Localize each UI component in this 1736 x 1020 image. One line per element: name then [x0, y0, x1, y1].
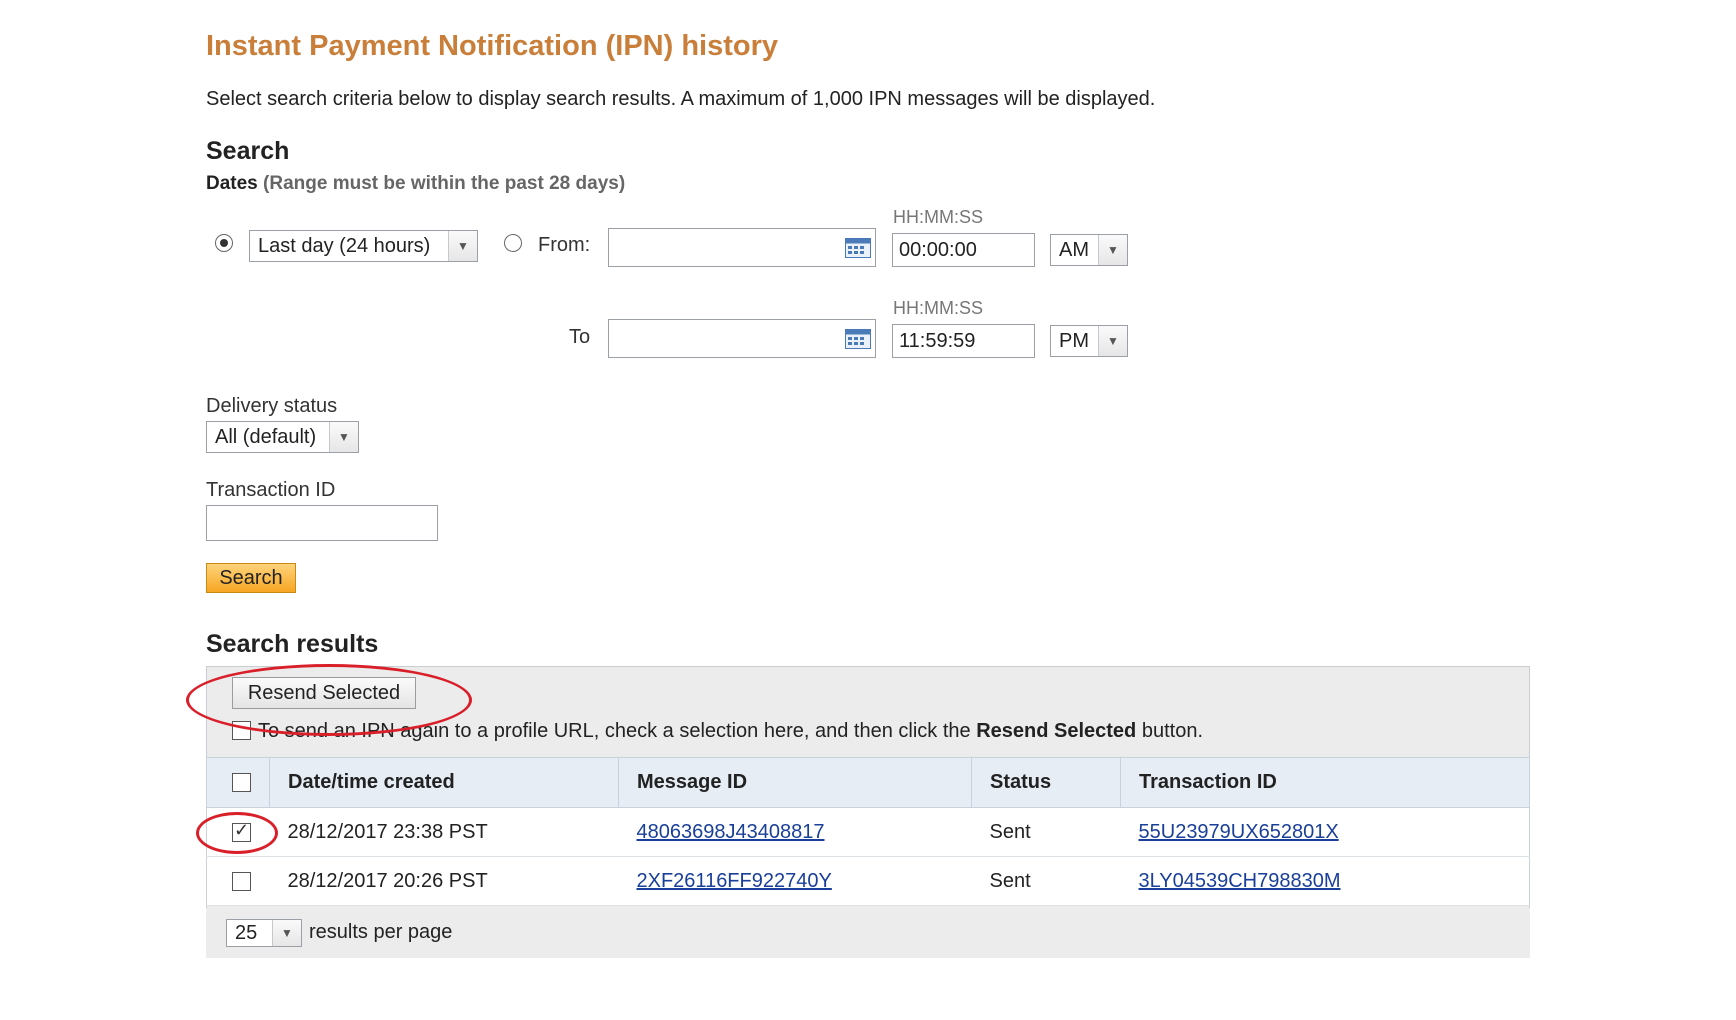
from-radio[interactable]	[504, 234, 522, 252]
message-id-link[interactable]: 2XF26116FF922740Y	[637, 870, 832, 892]
table-row: 28/12/2017 23:38 PST 48063698J43408817 S…	[206, 807, 1530, 857]
to-ampm-select[interactable]: PM ▼	[1050, 325, 1128, 357]
resend-hint-bold: Resend Selected	[976, 720, 1137, 742]
row-message-id-cell: 48063698J43408817	[618, 807, 972, 857]
row-date: 28/12/2017 20:26 PST	[269, 856, 619, 906]
search-heading: Search	[206, 137, 290, 165]
dates-label-text: Dates	[206, 173, 258, 194]
to-ampm-value: PM	[1059, 329, 1089, 352]
chevron-down-icon: ▼	[448, 231, 477, 261]
transaction-id-label: Transaction ID	[206, 479, 336, 501]
table-header-row: Date/time created Message ID Status Tran…	[206, 757, 1530, 808]
chevron-down-icon: ▼	[1098, 235, 1127, 265]
calendar-icon[interactable]	[845, 327, 871, 349]
row-checkbox[interactable]	[232, 820, 251, 842]
row-status: Sent	[971, 807, 1121, 857]
delivery-status-label: Delivery status	[206, 395, 338, 417]
chevron-down-icon: ▼	[272, 920, 301, 946]
row-select-cell	[206, 856, 270, 906]
from-ampm-value: AM	[1059, 238, 1089, 261]
to-time-value: 11:59:59	[899, 329, 976, 352]
row-transaction-id-cell: 3LY04539CH798830M	[1120, 856, 1530, 906]
from-label: From:	[538, 234, 591, 256]
resend-hint: To send an IPN again to a profile URL, c…	[258, 720, 1203, 743]
search-button[interactable]: Search	[206, 563, 296, 593]
page-title: Instant Payment Notification (IPN) histo…	[206, 30, 778, 62]
transaction-id-link[interactable]: 55U23979UX652801X	[1139, 821, 1339, 843]
column-header-status[interactable]: Status	[971, 757, 1121, 808]
results-table: Date/time created Message ID Status Tran…	[206, 757, 1530, 906]
table-row: 28/12/2017 20:26 PST 2XF26116FF922740Y S…	[206, 856, 1530, 906]
resend-hint-suffix: button.	[1136, 720, 1203, 742]
range-select-value: Last day (24 hours)	[258, 234, 431, 257]
from-ampm-select[interactable]: AM ▼	[1050, 234, 1128, 266]
results-per-page-select[interactable]: 25 ▼	[226, 919, 302, 947]
delivery-status-value: All (default)	[215, 425, 317, 448]
row-select-cell	[206, 807, 270, 857]
calendar-icon[interactable]	[845, 236, 871, 258]
select-all-checkbox[interactable]	[232, 773, 251, 792]
to-time-input[interactable]: 11:59:59	[892, 324, 1035, 358]
from-time-format-label: HH:MM:SS	[893, 207, 983, 227]
chevron-down-icon: ▼	[1098, 326, 1127, 356]
column-header-message-id[interactable]: Message ID	[618, 757, 972, 808]
dates-label: Dates (Range must be within the past 28 …	[206, 173, 625, 195]
from-time-value: 00:00:00	[899, 238, 977, 261]
resend-hint-checkbox[interactable]	[232, 721, 251, 740]
message-id-link[interactable]: 48063698J43408817	[637, 821, 825, 843]
row-status: Sent	[971, 856, 1121, 906]
to-label: To	[569, 326, 591, 348]
column-header-date[interactable]: Date/time created	[269, 757, 619, 808]
dates-note: (Range must be within the past 28 days)	[263, 173, 626, 194]
from-time-input[interactable]: 00:00:00	[892, 233, 1035, 267]
results-per-page-label: results per page	[309, 921, 453, 943]
row-transaction-id-cell: 55U23979UX652801X	[1120, 807, 1530, 857]
row-date: 28/12/2017 23:38 PST	[269, 807, 619, 857]
column-header-transaction-id[interactable]: Transaction ID	[1120, 757, 1530, 808]
to-time-format-label: HH:MM:SS	[893, 298, 983, 318]
results-heading: Search results	[206, 630, 379, 658]
delivery-status-select[interactable]: All (default) ▼	[206, 421, 359, 453]
row-message-id-cell: 2XF26116FF922740Y	[618, 856, 972, 906]
chevron-down-icon: ▼	[329, 422, 358, 452]
resend-selected-button[interactable]: Resend Selected	[232, 677, 416, 709]
transaction-id-link[interactable]: 3LY04539CH798830M	[1139, 870, 1341, 892]
to-date-input[interactable]	[608, 319, 876, 358]
from-date-input[interactable]	[608, 228, 876, 267]
page-intro: Select search criteria below to display …	[206, 88, 1156, 110]
range-select[interactable]: Last day (24 hours) ▼	[249, 230, 478, 262]
resend-hint-prefix: To send an IPN again to a profile URL, c…	[258, 720, 977, 742]
transaction-id-input[interactable]	[206, 505, 438, 541]
range-radio[interactable]	[215, 234, 233, 252]
results-per-page-value: 25	[235, 921, 258, 944]
select-all-cell	[206, 757, 270, 808]
row-checkbox[interactable]	[232, 872, 251, 891]
